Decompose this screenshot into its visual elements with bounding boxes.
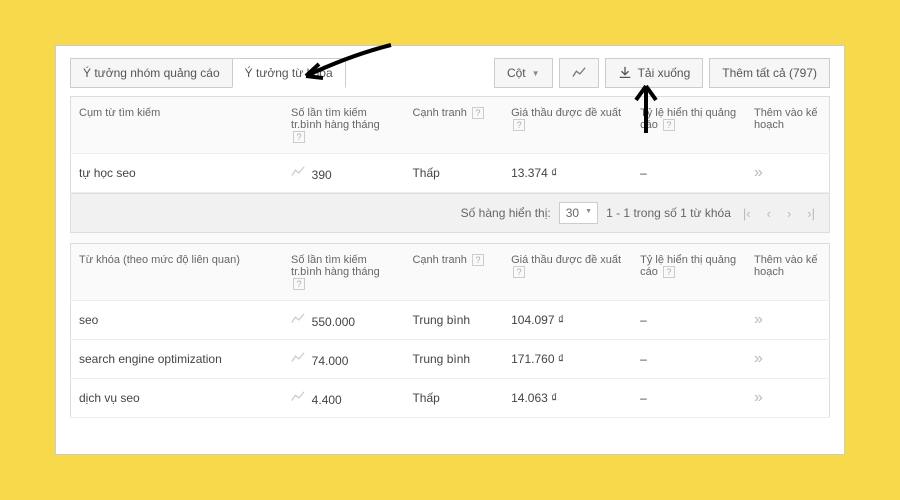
cell-add[interactable]: » <box>746 340 830 379</box>
col-bid: Giá thầu được đề xuất <box>511 107 621 119</box>
cell-term: dịch vụ seo <box>71 379 284 418</box>
rows2-body: seo 550.000Trung bình104.097 ₫–»search e… <box>71 301 830 418</box>
chart-button[interactable] <box>559 58 599 88</box>
cell-impr: – <box>632 301 746 340</box>
col-impr: Tỷ lệ hiển thị quảng cáo <box>640 107 736 131</box>
pager-last[interactable]: ›| <box>803 204 819 223</box>
chart-icon <box>572 66 586 80</box>
cell-term: seo <box>71 301 284 340</box>
trend-icon[interactable] <box>291 393 305 407</box>
cell-avg: 74.000 <box>283 340 404 379</box>
col-term: Cụm từ tìm kiếm <box>79 107 160 119</box>
cell-avg: 550.000 <box>283 301 404 340</box>
download-label: Tải xuống <box>638 66 691 80</box>
cell-add[interactable]: » <box>746 301 830 340</box>
col-avg2: Số lần tìm kiếm tr.bình hàng tháng <box>291 254 380 278</box>
col-avg: Số lần tìm kiếm tr.bình hàng tháng <box>291 107 380 131</box>
pager-range: 1 - 1 trong số 1 từ khóa <box>606 206 731 220</box>
tab-ad-group-ideas[interactable]: Ý tưởng nhóm quảng cáo <box>70 58 233 88</box>
pager-prev[interactable]: ‹ <box>763 204 775 223</box>
cell-add[interactable]: » <box>746 154 830 193</box>
cell-comp: Thấp <box>404 379 503 418</box>
cell-comp: Trung bình <box>404 301 503 340</box>
cell-bid: 104.097 ₫ <box>503 301 632 340</box>
table-row: dịch vụ seo 4.400Thấp14.063 ₫–» <box>71 379 830 418</box>
page-size-select[interactable]: 30 <box>559 202 598 224</box>
col-impr2: Tỷ lệ hiển thị quảng cáo <box>640 254 736 278</box>
help-icon[interactable]: ? <box>472 254 484 266</box>
add-all-button[interactable]: Thêm tất cả (797) <box>709 58 830 88</box>
help-icon[interactable]: ? <box>513 266 525 278</box>
add-chevron-icon: » <box>754 350 763 367</box>
pager-label: Số hàng hiển thị: <box>461 206 551 220</box>
col-add2: Thêm vào kế hoạch <box>754 254 818 278</box>
cell-impr: – <box>632 340 746 379</box>
table-row: search engine optimization 74.000Trung b… <box>71 340 830 379</box>
download-icon <box>618 66 632 80</box>
help-icon[interactable]: ? <box>663 266 675 278</box>
trend-icon[interactable] <box>291 168 305 182</box>
pager-first[interactable]: |‹ <box>739 204 755 223</box>
tab-keyword-ideas[interactable]: Ý tưởng từ khóa <box>232 58 346 88</box>
trend-icon[interactable] <box>291 354 305 368</box>
cell-bid: 171.760 ₫ <box>503 340 632 379</box>
keyword-planner-panel: Ý tưởng nhóm quảng cáo Ý tưởng từ khóa C… <box>55 45 845 455</box>
add-chevron-icon: » <box>754 164 763 181</box>
help-icon[interactable]: ? <box>472 107 484 119</box>
trend-icon[interactable] <box>291 315 305 329</box>
cell-avg: 390 <box>283 154 404 193</box>
columns-label: Cột <box>507 66 526 80</box>
toolbar: Ý tưởng nhóm quảng cáo Ý tưởng từ khóa C… <box>70 58 830 88</box>
cell-add[interactable]: » <box>746 379 830 418</box>
cell-term: search engine optimization <box>71 340 284 379</box>
add-chevron-icon: » <box>754 311 763 328</box>
col-bid2: Giá thầu được đề xuất <box>511 254 621 266</box>
cell-avg: 4.400 <box>283 379 404 418</box>
cell-impr: – <box>632 379 746 418</box>
table-row: seo 550.000Trung bình104.097 ₫–» <box>71 301 830 340</box>
pager: Số hàng hiển thị: 30 1 - 1 trong số 1 từ… <box>70 193 830 233</box>
cell-comp: Trung bình <box>404 340 503 379</box>
columns-button[interactable]: Cột ▼ <box>494 58 553 88</box>
col-keyword: Từ khóa (theo mức độ liên quan) <box>79 254 240 266</box>
pager-next[interactable]: › <box>783 204 795 223</box>
col-comp: Cạnh tranh <box>412 107 466 119</box>
rows1-body: tự học seo 390Thấp13.374 ₫–» <box>71 154 830 193</box>
download-button[interactable]: Tải xuống <box>605 58 704 88</box>
cell-bid: 13.374 ₫ <box>503 154 632 193</box>
help-icon[interactable]: ? <box>293 278 305 290</box>
col-comp2: Cạnh tranh <box>412 254 466 266</box>
help-icon[interactable]: ? <box>513 119 525 131</box>
keyword-table: Từ khóa (theo mức độ liên quan) Số lần t… <box>70 243 830 418</box>
help-icon[interactable]: ? <box>663 119 675 131</box>
col-add: Thêm vào kế hoạch <box>754 107 818 131</box>
table-row: tự học seo 390Thấp13.374 ₫–» <box>71 154 830 193</box>
help-icon[interactable]: ? <box>293 131 305 143</box>
cell-impr: – <box>632 154 746 193</box>
cell-term: tự học seo <box>71 154 284 193</box>
add-chevron-icon: » <box>754 389 763 406</box>
cell-comp: Thấp <box>404 154 503 193</box>
cell-bid: 14.063 ₫ <box>503 379 632 418</box>
search-term-table: Cụm từ tìm kiếm Số lần tìm kiếm tr.bình … <box>70 96 830 193</box>
